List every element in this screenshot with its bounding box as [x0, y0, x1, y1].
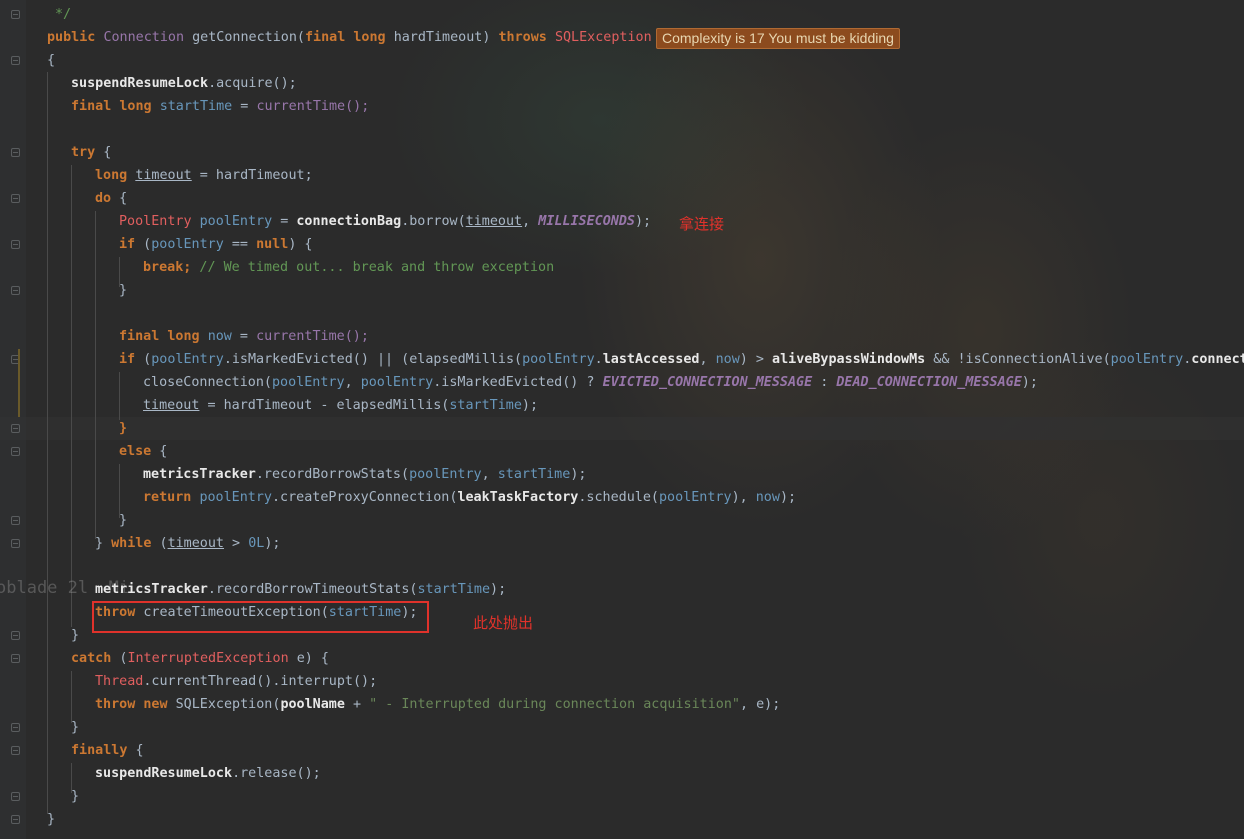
- code-line[interactable]: }: [71, 785, 79, 808]
- code-line[interactable]: if (poolEntry == null) {: [119, 233, 313, 256]
- fold-marker-icon[interactable]: [11, 447, 20, 456]
- code-line[interactable]: throw new SQLException(poolName + " - In…: [95, 693, 780, 716]
- highlight-box: [92, 601, 429, 633]
- code-line[interactable]: closeConnection(poolEntry, poolEntry.isM…: [143, 371, 1038, 394]
- code-line[interactable]: {: [47, 49, 55, 72]
- indent-guide: [95, 211, 96, 539]
- fold-marker-icon[interactable]: [11, 654, 20, 663]
- code-line[interactable]: suspendResumeLock.release();: [95, 762, 321, 785]
- code-line[interactable]: return poolEntry.createProxyConnection(l…: [143, 486, 796, 509]
- code-line[interactable]: final long now = currentTime();: [119, 325, 369, 348]
- fold-marker-icon[interactable]: [11, 516, 20, 525]
- fold-marker-icon[interactable]: [11, 539, 20, 548]
- code-line[interactable]: else {: [119, 440, 167, 463]
- indent-guide: [119, 372, 120, 420]
- code-line[interactable]: public Connection getConnection(final lo…: [47, 26, 652, 49]
- code-line[interactable]: do {: [95, 187, 127, 210]
- code-line[interactable]: */: [55, 3, 71, 26]
- code-line[interactable]: }: [119, 509, 127, 532]
- code-line[interactable]: suspendResumeLock.acquire();: [71, 72, 297, 95]
- code-line[interactable]: }: [71, 716, 79, 739]
- code-line[interactable]: metricsTracker.recordBorrowTimeoutStats(…: [95, 578, 506, 601]
- indent-guide: [47, 72, 48, 814]
- code-line[interactable]: try {: [71, 141, 111, 164]
- fold-marker-icon[interactable]: [11, 815, 20, 824]
- code-line[interactable]: timeout = hardTimeout - elapsedMillis(st…: [143, 394, 538, 417]
- vcs-change-marker[interactable]: [18, 349, 20, 417]
- fold-marker-icon[interactable]: [11, 10, 20, 19]
- code-line[interactable]: }: [119, 417, 127, 440]
- code-line[interactable]: }: [71, 624, 79, 647]
- code-line[interactable]: metricsTracker.recordBorrowStats(poolEnt…: [143, 463, 586, 486]
- code-line[interactable]: final long startTime = currentTime();: [71, 95, 369, 118]
- fold-marker-icon[interactable]: [11, 424, 20, 433]
- fold-marker-icon[interactable]: [11, 240, 20, 249]
- annotation-thrown-here: 此处抛出: [473, 614, 534, 632]
- fold-marker-icon[interactable]: [11, 194, 20, 203]
- gutter[interactable]: [0, 0, 26, 839]
- code-line[interactable]: }: [119, 279, 127, 302]
- annotation-get-connection: 拿连接: [679, 215, 725, 233]
- fold-marker-icon[interactable]: [11, 286, 20, 295]
- code-editor[interactable]: oblade 2l Mi */ public Connection getCon…: [0, 0, 1244, 839]
- indent-guide: [71, 165, 72, 627]
- code-line[interactable]: } while (timeout > 0L);: [95, 532, 280, 555]
- fold-marker-icon[interactable]: [11, 723, 20, 732]
- code-line[interactable]: finally {: [71, 739, 144, 762]
- fold-marker-icon[interactable]: [11, 792, 20, 801]
- complexity-badge: Complexity is 17 You must be kidding: [656, 28, 900, 49]
- code-line[interactable]: catch (InterruptedException e) {: [71, 647, 329, 670]
- fold-marker-icon[interactable]: [11, 746, 20, 755]
- fold-marker-icon[interactable]: [11, 631, 20, 640]
- code-line[interactable]: Thread.currentThread().interrupt();: [95, 670, 377, 693]
- fold-marker-icon[interactable]: [11, 148, 20, 157]
- code-line[interactable]: if (poolEntry.isMarkedEvicted() || (elap…: [119, 348, 1244, 371]
- code-line[interactable]: }: [47, 808, 55, 831]
- caret-line-highlight: [0, 417, 1244, 440]
- code-line[interactable]: long timeout = hardTimeout;: [95, 164, 313, 187]
- code-line[interactable]: PoolEntry poolEntry = connectionBag.borr…: [119, 210, 651, 233]
- code-line[interactable]: break; // We timed out... break and thro…: [143, 256, 554, 279]
- fold-marker-icon[interactable]: [11, 56, 20, 65]
